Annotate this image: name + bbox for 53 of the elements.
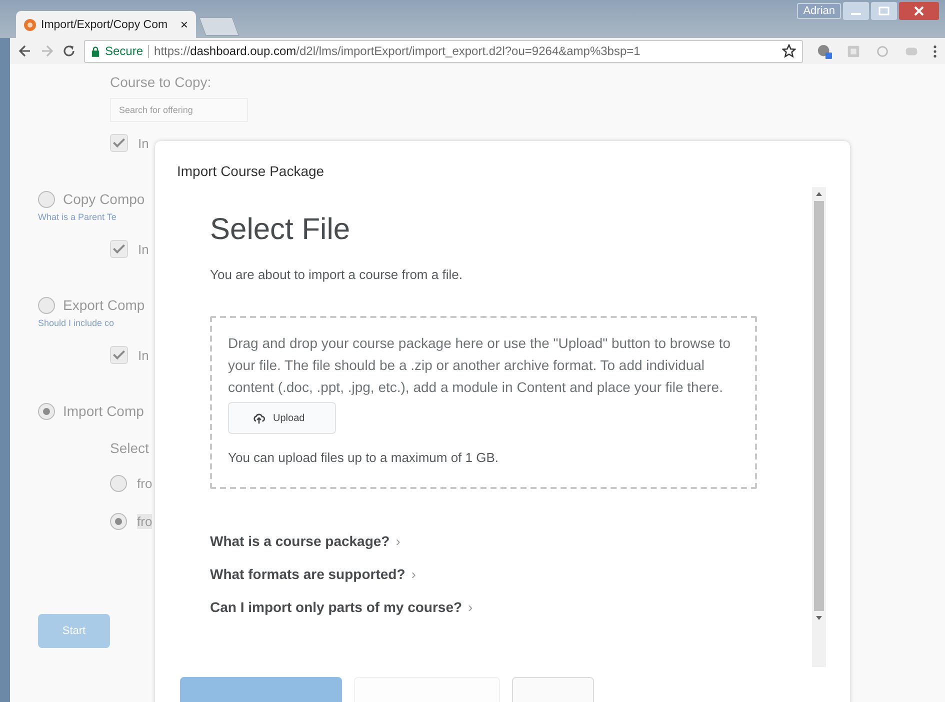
search-field[interactable]: Search for offering <box>110 98 248 122</box>
browser-tab[interactable]: Import/Export/Copy Com × <box>16 11 196 38</box>
cloud-upload-icon <box>253 412 265 424</box>
section-title: Copy Compo <box>63 191 145 207</box>
intro-text: You are about to import a course from a file. <box>210 267 462 282</box>
option-label: fro <box>137 476 152 490</box>
option-label: In <box>138 348 149 362</box>
back-icon[interactable] <box>18 44 32 58</box>
new-tab-button[interactable] <box>198 17 240 36</box>
section-title: Export Comp <box>63 297 145 313</box>
faq-link[interactable]: What formats are supported? › <box>210 566 416 582</box>
radio-button[interactable] <box>38 296 55 314</box>
section-title: Import Comp <box>63 403 144 419</box>
faq-link[interactable]: What is a course package? › <box>210 533 400 549</box>
option-label: fro <box>137 514 152 528</box>
extension-icon[interactable] <box>817 44 832 58</box>
size-limit-text: You can upload files up to a maximum of 1 GB. <box>228 450 500 465</box>
field-label: Select <box>110 440 150 456</box>
minimize-icon[interactable] <box>843 2 869 20</box>
checkbox[interactable] <box>110 240 128 258</box>
radio-button[interactable] <box>38 402 55 420</box>
secure-label: Secure <box>105 44 144 58</box>
radio-button[interactable] <box>110 474 127 492</box>
menu-icon[interactable] <box>933 44 937 58</box>
field-label: Course to Copy: <box>110 74 212 90</box>
scrollbar[interactable] <box>812 187 826 667</box>
url-text: https://dashboard.oup.com/d2l/lms/importExport/import_export.d2l?ou=9264&amp%3bsp=1 <box>154 44 640 58</box>
dialog-title: Import Course Package <box>176 162 326 181</box>
drop-instructions: Drag and drop your course package here or use the "Upload" button to browse to your file. The file should be a .zip or another archive format. To add individual content (.doc, .ppt, .jpg, etc.), add a module in Content and place your file there. <box>228 334 732 397</box>
checkbox[interactable] <box>110 346 128 364</box>
close-tab-button[interactable]: × <box>180 17 188 32</box>
faq-link[interactable]: Can I import only parts of my course? › <box>210 599 473 615</box>
scroll-up-icon[interactable] <box>816 192 822 196</box>
checkbox[interactable] <box>110 134 128 152</box>
option-label: In <box>138 242 149 256</box>
site-icon <box>24 18 36 30</box>
reload-icon[interactable] <box>62 44 76 58</box>
star-icon[interactable] <box>782 44 796 58</box>
extension-icon[interactable] <box>875 44 890 58</box>
radio-button[interactable] <box>38 190 55 208</box>
radio-button[interactable] <box>110 512 127 530</box>
scroll-down-icon[interactable] <box>816 616 822 620</box>
address-field[interactable]: Secure https://dashboard.oup.com/d2l/lms/importExport/import_export.d2l?ou=9264&amp%3bsp=1 <box>84 40 803 62</box>
forward-icon[interactable] <box>40 44 54 58</box>
scroll-thumb[interactable] <box>814 201 824 611</box>
close-icon[interactable] <box>899 2 939 20</box>
dialog-heading: Select File <box>210 213 350 247</box>
drop-zone[interactable] <box>210 316 757 489</box>
tab-title: Import/Export/Copy Com <box>41 18 169 30</box>
maximize-icon[interactable] <box>871 2 897 20</box>
option-label: In <box>138 136 149 150</box>
lock-icon <box>91 46 100 56</box>
upload-button[interactable]: Upload <box>228 402 336 434</box>
